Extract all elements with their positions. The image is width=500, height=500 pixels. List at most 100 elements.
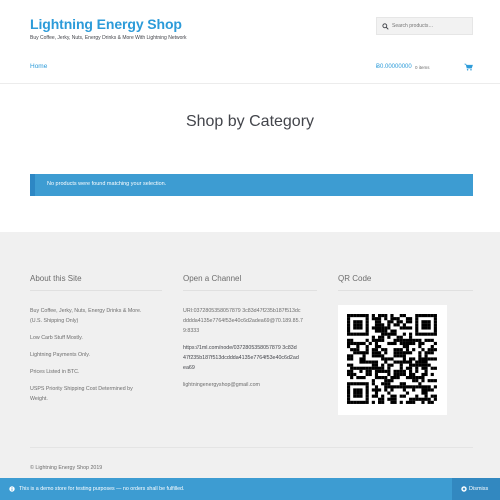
qr-module xyxy=(393,338,397,342)
qr-module xyxy=(359,323,363,327)
qr-module xyxy=(350,363,354,367)
qr-module xyxy=(365,345,369,349)
qr-module xyxy=(365,372,369,377)
qr-module xyxy=(356,366,360,370)
dismiss-label: Dismiss xyxy=(469,486,489,492)
search-box[interactable] xyxy=(376,17,473,35)
qr-module xyxy=(402,394,406,398)
qr-module xyxy=(347,329,351,333)
qr-module xyxy=(347,385,351,389)
qr-module xyxy=(371,338,375,342)
qr-module xyxy=(347,382,351,386)
qr-module xyxy=(402,323,406,327)
qr-module xyxy=(353,391,357,395)
qr-module xyxy=(350,314,354,318)
qr-module xyxy=(381,376,385,380)
qr-module xyxy=(393,385,397,389)
qr-module xyxy=(396,360,400,364)
qr-module xyxy=(409,372,413,377)
qr-module xyxy=(430,388,434,392)
qr-module xyxy=(399,400,403,404)
contact-email[interactable]: lightningenergyshop@gmail.com xyxy=(183,380,260,390)
search-input[interactable] xyxy=(392,18,472,34)
qr-module xyxy=(356,376,360,380)
qr-module xyxy=(387,372,391,377)
qr-module xyxy=(390,317,394,321)
qr-module xyxy=(350,354,354,358)
qr-module xyxy=(393,394,397,398)
qr-heading: QR Code xyxy=(338,274,372,283)
qr-module xyxy=(421,323,425,327)
qr-module xyxy=(412,385,416,389)
site-title[interactable]: Lightning Energy Shop xyxy=(30,16,182,32)
qr-module xyxy=(393,372,397,377)
qr-module xyxy=(374,351,379,355)
qr-module xyxy=(393,323,397,327)
qr-module xyxy=(387,335,391,339)
qr-module xyxy=(421,332,425,336)
qr-module xyxy=(359,400,363,404)
qr-module xyxy=(405,326,410,330)
qr-module xyxy=(350,372,354,377)
qr-module xyxy=(347,369,351,373)
dismiss-button[interactable]: Dismiss xyxy=(452,478,500,500)
qr-module xyxy=(353,326,357,330)
qr-module xyxy=(415,376,419,380)
qr-module xyxy=(356,400,360,404)
qr-module xyxy=(371,366,375,370)
qr-module xyxy=(393,360,397,364)
qr-module xyxy=(399,394,403,398)
copyright: © Lightning Energy Shop 2019 xyxy=(30,465,103,471)
cart-total[interactable]: Ƀ0.00000000 xyxy=(376,64,412,70)
qr-module xyxy=(402,357,406,361)
cart-count[interactable]: 0 items xyxy=(415,65,430,70)
qr-module xyxy=(359,341,363,346)
cart-icon[interactable] xyxy=(464,63,473,71)
qr-module xyxy=(402,354,406,358)
qr-code xyxy=(338,305,447,415)
qr-module xyxy=(390,357,394,361)
qr-module xyxy=(350,382,354,386)
qr-module xyxy=(412,376,416,380)
qr-module xyxy=(409,366,413,370)
qr-module xyxy=(381,400,385,404)
qr-module xyxy=(381,338,385,342)
qr-module xyxy=(387,397,391,401)
channel-heading: Open a Channel xyxy=(183,274,242,283)
about-line: Prices Listed in BTC. xyxy=(30,369,80,375)
qr-module xyxy=(384,360,388,364)
qr-module xyxy=(381,314,385,318)
channel-node-link[interactable]: https://1ml.com/node/0372805358057879 3c… xyxy=(183,343,297,353)
qr-module xyxy=(347,320,351,324)
about-line: (U.S. Shipping Only) xyxy=(30,318,79,324)
qr-rule xyxy=(338,290,473,291)
qr-module xyxy=(368,341,372,346)
qr-module xyxy=(427,326,431,330)
channel-node-link[interactable]: ea69 xyxy=(183,363,195,373)
qr-module xyxy=(402,382,406,386)
qr-module xyxy=(421,348,425,352)
qr-module xyxy=(421,360,425,364)
page-title: Shop by Category xyxy=(185,113,315,130)
qr-module xyxy=(350,338,354,342)
qr-module xyxy=(433,314,437,318)
qr-module xyxy=(371,379,375,383)
qr-module xyxy=(371,348,375,352)
qr-module xyxy=(399,338,403,342)
qr-module xyxy=(365,385,369,389)
qr-module xyxy=(362,314,366,318)
qr-module xyxy=(365,314,369,318)
qr-module xyxy=(384,326,388,330)
qr-module xyxy=(421,326,425,330)
qr-module xyxy=(384,357,388,361)
qr-module xyxy=(409,317,413,321)
qr-module xyxy=(347,341,351,346)
qr-module xyxy=(396,376,400,380)
channel-node-link[interactable]: 47f235b187f513dcddda4135e7764f53e40c6d2a… xyxy=(183,353,299,363)
nav-home-link[interactable]: Home xyxy=(30,63,47,70)
qr-module xyxy=(374,326,379,330)
qr-module xyxy=(424,357,428,361)
qr-module xyxy=(430,338,434,342)
qr-module xyxy=(405,351,410,355)
qr-module xyxy=(362,382,366,386)
